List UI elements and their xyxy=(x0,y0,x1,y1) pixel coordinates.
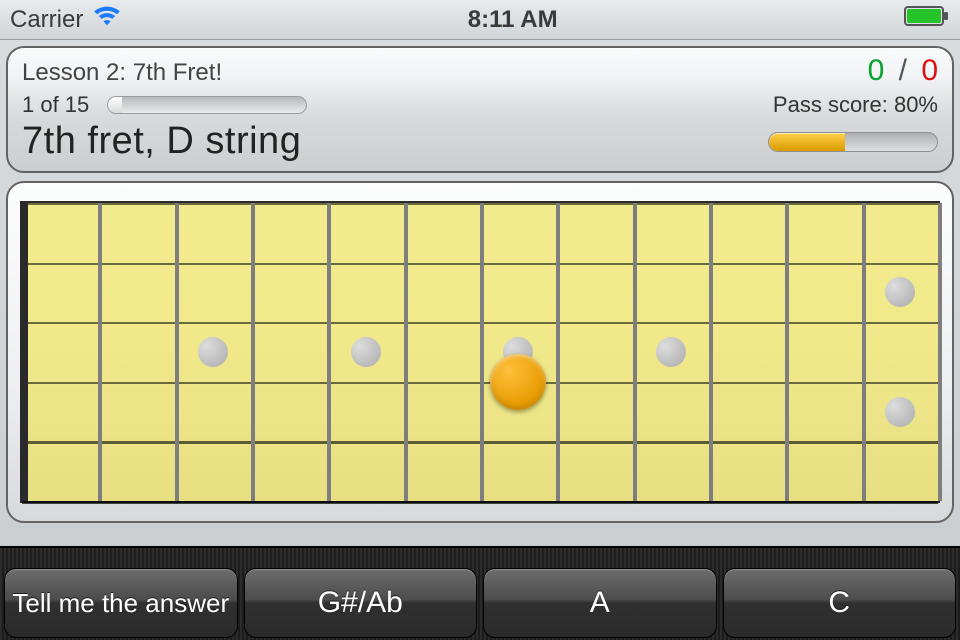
divider-strip xyxy=(0,546,960,570)
score-correct: 0 xyxy=(868,54,885,87)
lesson-header: Lesson 2: 7th Fret! 0 / 0 1 of 15 Pass s… xyxy=(6,46,954,173)
lesson-title: Lesson 2: 7th Fret! xyxy=(22,59,222,87)
inlay-dot xyxy=(351,337,381,367)
score: 0 / 0 xyxy=(868,54,938,88)
lesson-progress xyxy=(107,96,307,114)
wifi-icon xyxy=(93,5,121,34)
status-bar: Carrier 8:11 AM xyxy=(0,0,960,40)
fret-12 xyxy=(938,203,942,501)
note-marker[interactable] xyxy=(490,354,546,410)
fretboard-card xyxy=(6,181,954,523)
question-counter: 1 of 15 xyxy=(22,92,89,118)
carrier-label: Carrier xyxy=(10,6,83,34)
answer-option-2[interactable]: A xyxy=(483,568,717,638)
fret-6 xyxy=(480,203,484,501)
inlay-dot xyxy=(656,337,686,367)
hint-button[interactable]: Tell me the answer xyxy=(4,568,238,638)
battery-icon xyxy=(904,5,950,34)
string-6 xyxy=(22,501,938,504)
pass-progress xyxy=(768,132,938,152)
fret-2 xyxy=(175,203,179,501)
fretboard[interactable] xyxy=(20,201,940,503)
inlay-dot xyxy=(885,397,915,427)
question-prompt: 7th fret, D string xyxy=(22,120,301,163)
fret-9 xyxy=(709,203,713,501)
fret-5 xyxy=(404,203,408,501)
fret-3 xyxy=(251,203,255,501)
answer-option-3[interactable]: C xyxy=(723,568,957,638)
answer-option-1[interactable]: G#/Ab xyxy=(244,568,478,638)
fret-8 xyxy=(633,203,637,501)
clock: 8:11 AM xyxy=(468,6,558,34)
fret-7 xyxy=(556,203,560,501)
pass-score-label: Pass score: 80% xyxy=(773,92,938,118)
inlay-dot xyxy=(198,337,228,367)
inlay-dot xyxy=(885,277,915,307)
score-slash: / xyxy=(899,54,907,87)
score-wrong: 0 xyxy=(921,54,938,87)
fret-10 xyxy=(785,203,789,501)
fret-1 xyxy=(98,203,102,501)
fret-0 xyxy=(22,203,28,501)
fret-11 xyxy=(862,203,866,501)
answer-button-row: Tell me the answer G#/Ab A C xyxy=(0,568,960,640)
fret-4 xyxy=(327,203,331,501)
